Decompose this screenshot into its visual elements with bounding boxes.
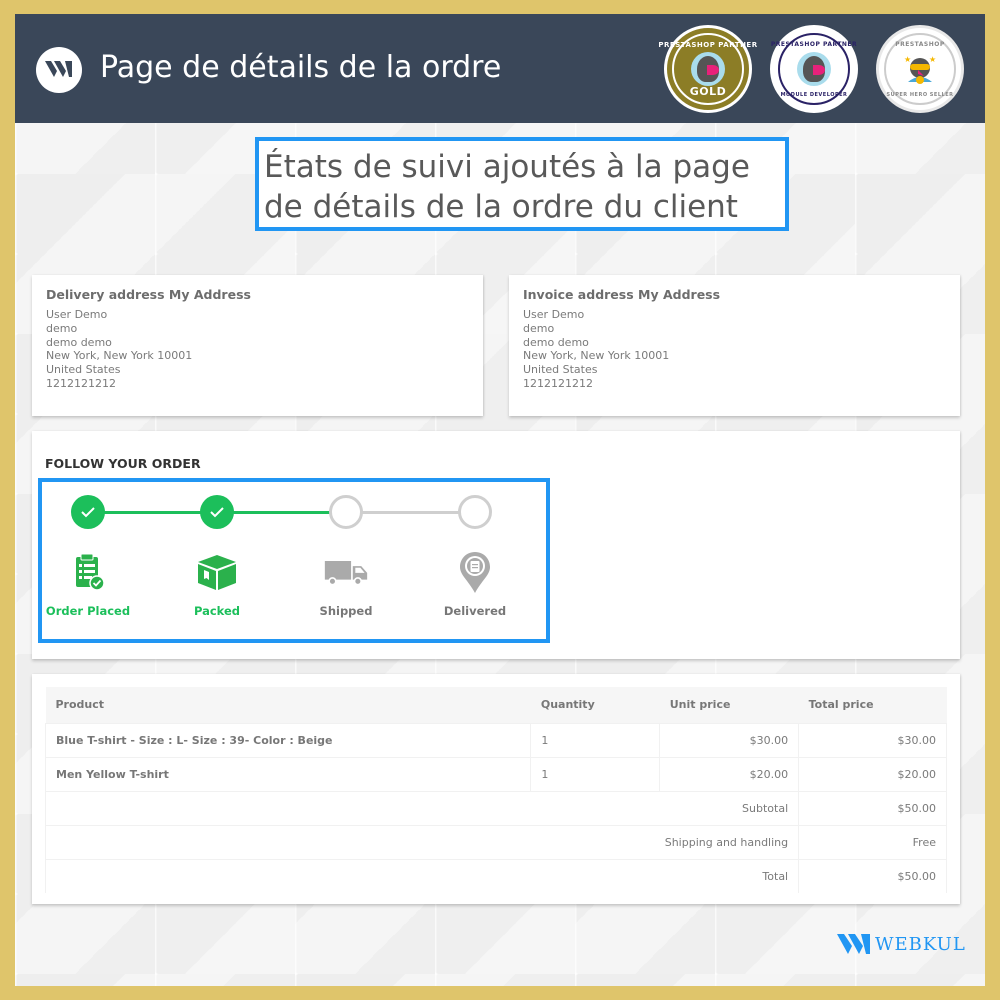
address-line: New York, New York 10001: [523, 349, 670, 363]
step-shipped-marker: [329, 495, 363, 529]
address-line: demo demo: [523, 335, 589, 349]
badge-top-text: PRESTASHOP PARTNER: [658, 41, 758, 49]
column-header-unit-price: Unit price: [659, 687, 799, 723]
summary-row-shipping: Shipping and handling Free: [44, 824, 947, 859]
address-line: United States: [523, 363, 598, 377]
delivery-address-card: Delivery address My Address User Demo de…: [32, 275, 483, 416]
address-line: demo: [523, 321, 555, 335]
column-header-quantity: Quantity: [530, 687, 660, 723]
summary-value: $50.00: [798, 790, 947, 825]
puffin-icon: [797, 52, 831, 86]
truck-icon: [324, 550, 368, 594]
order-tracker: Order Placed Packed Shipped Delivered: [38, 478, 550, 643]
address-line: demo: [46, 321, 78, 335]
column-header-total-price: Total price: [798, 687, 947, 723]
webkul-brand: WEBKUL: [837, 932, 966, 956]
webkul-brand-icon: [837, 934, 870, 954]
summary-row-total: Total $50.00: [44, 858, 947, 893]
badge-top-text: PRESTASHOP PARTNER: [770, 41, 858, 48]
prestashop-super-hero-seller-badge: PRESTASHOP ★ ★ SUPER HERO SELLER: [876, 25, 964, 113]
step-label-delivered: Delivered: [443, 604, 507, 618]
badge-top-text: PRESTASHOP: [895, 41, 945, 48]
box-icon: [195, 550, 239, 594]
table-header-row: Product Quantity Unit price Total price: [45, 687, 947, 723]
follow-order-card: FOLLOW YOUR ORDER Order Placed Packed Sh…: [32, 431, 960, 659]
step-label-shipped: Shipped: [319, 604, 373, 618]
superhero-puffin-icon: ★ ★: [904, 55, 936, 84]
badge-bottom-text: SUPER HERO SELLER: [886, 92, 954, 98]
address-line: 1212121212: [46, 376, 116, 390]
summary-label: Shipping and handling: [44, 824, 800, 859]
table-row: Blue T-shirt - Size : L- Size : 39- Colo…: [44, 722, 947, 757]
step-label-order-placed: Order Placed: [45, 604, 131, 618]
badge-bottom-text: GOLD: [689, 85, 727, 98]
callout-line-1: États de suivi ajoutés à la page: [264, 149, 750, 185]
follow-order-title: FOLLOW YOUR ORDER: [45, 456, 201, 471]
badge-bottom-text: MODULE DEVELOPER: [780, 92, 848, 98]
check-icon: [210, 507, 224, 518]
step-order-placed-marker: [71, 495, 105, 529]
address-line: New York, New York 10001: [46, 349, 193, 363]
check-icon: [81, 507, 95, 518]
address-line: User Demo: [46, 308, 108, 321]
webkul-logo-icon: [36, 47, 82, 93]
product-quantity: 1: [530, 756, 661, 791]
summary-value: Free: [798, 824, 947, 859]
page-title: Page de détails de la ordre: [100, 50, 502, 85]
puffin-icon: [691, 52, 725, 86]
webkul-brand-text: WEBKUL: [875, 933, 966, 955]
order-products-card: Product Quantity Unit price Total price …: [32, 674, 960, 904]
callout-box: États de suivi ajoutés à la page de déta…: [255, 137, 789, 231]
prestashop-partner-gold-badge: PRESTASHOP PARTNER GOLD: [658, 25, 757, 113]
product-unit-price: $20.00: [659, 756, 800, 791]
step-delivered-marker: [458, 495, 492, 529]
step-packed-marker: [200, 495, 234, 529]
clipboard-check-icon: [66, 550, 110, 594]
address-line: United States: [46, 363, 121, 377]
address-line: demo demo: [46, 335, 112, 349]
product-quantity: 1: [530, 722, 661, 757]
header-bar: Page de détails de la ordre PRESTASHOP P…: [15, 14, 985, 123]
svg-text:★: ★: [904, 55, 911, 64]
address-line: 1212121212: [523, 376, 593, 390]
product-total-price: $20.00: [798, 756, 947, 791]
summary-row-subtotal: Subtotal $50.00: [44, 790, 947, 825]
summary-value: $50.00: [798, 858, 947, 893]
delivery-address-title: Delivery address My Address: [46, 287, 251, 302]
svg-text:★: ★: [929, 55, 936, 64]
column-header-product: Product: [45, 687, 531, 723]
summary-label: Total: [44, 858, 800, 893]
product-unit-price: $30.00: [659, 722, 800, 757]
location-pin-icon: [453, 550, 497, 594]
table-row: Men Yellow T-shirt 1 $20.00 $20.00: [44, 756, 947, 791]
order-products-table: Product Quantity Unit price Total price …: [44, 687, 947, 893]
step-label-packed: Packed: [193, 604, 241, 618]
page-frame: Page de détails de la ordre PRESTASHOP P…: [15, 14, 985, 986]
product-name: Blue T-shirt - Size : L- Size : 39- Colo…: [44, 722, 532, 757]
prestashop-module-developer-badge: PRESTASHOP PARTNER MODULE DEVELOPER: [770, 25, 858, 113]
product-total-price: $30.00: [798, 722, 947, 757]
summary-label: Subtotal: [44, 790, 800, 825]
invoice-address-title: Invoice address My Address: [523, 287, 721, 302]
invoice-address-card: Invoice address My Address User Demo dem…: [509, 275, 960, 416]
address-line: User Demo: [523, 308, 585, 321]
product-name: Men Yellow T-shirt: [44, 756, 532, 791]
callout-line-2: de détails de la ordre du client: [264, 189, 738, 225]
